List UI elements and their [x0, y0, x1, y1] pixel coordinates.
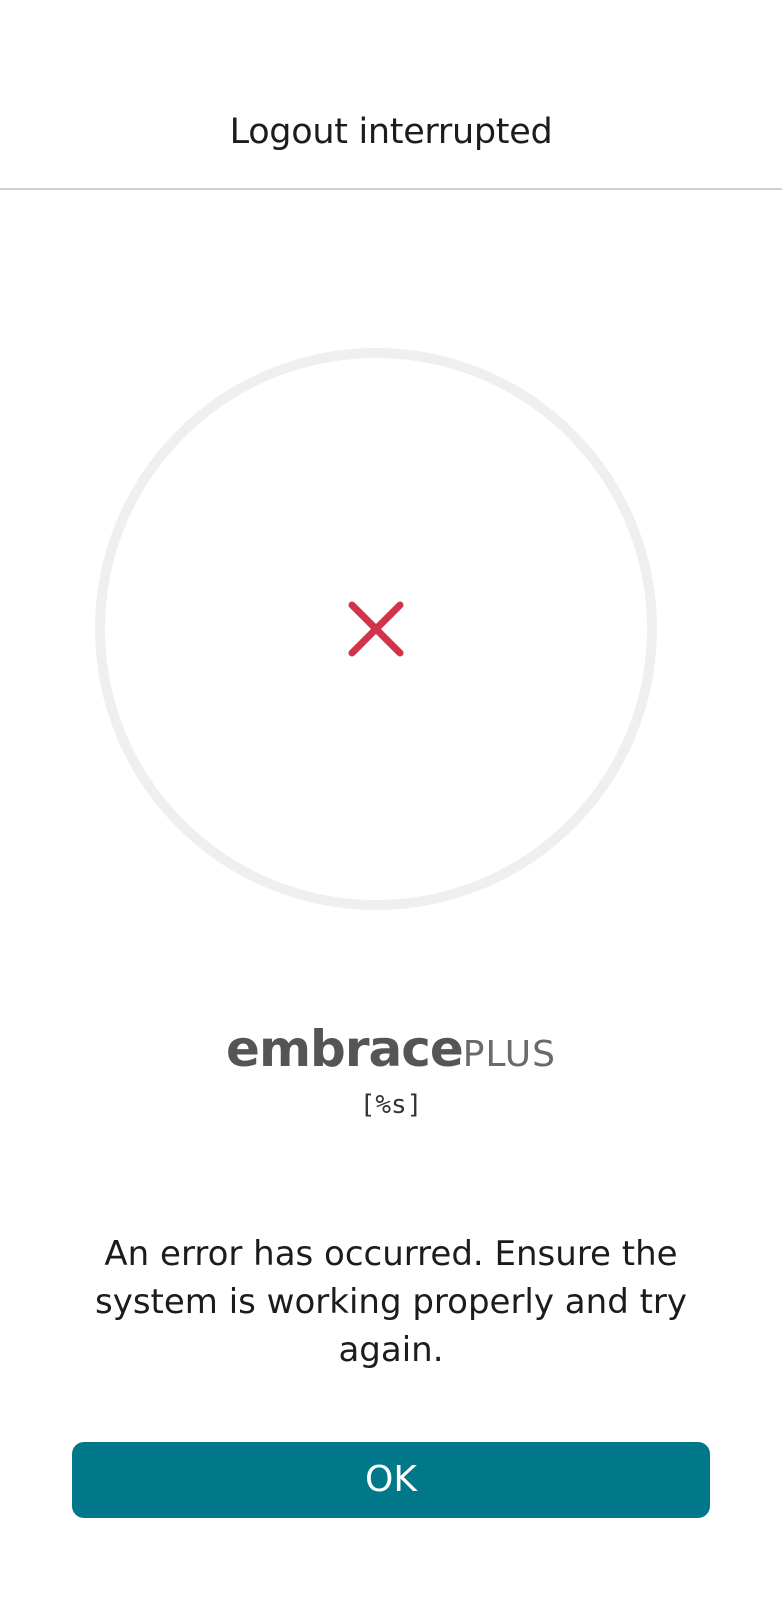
ok-button[interactable]: OK	[72, 1442, 710, 1518]
close-icon	[348, 601, 404, 657]
error-message: An error has occurred. Ensure the system…	[94, 1234, 688, 1370]
logo-sub-text: PLUS	[462, 1034, 556, 1075]
header-bar: Logout interrupted	[0, 0, 782, 190]
logo-main-text: embrace	[226, 1020, 464, 1078]
version-label: [%s]	[359, 1090, 423, 1120]
embrace-plus-logo: embracePLUS	[0, 1020, 782, 1078]
page-title: Logout interrupted	[229, 112, 553, 152]
